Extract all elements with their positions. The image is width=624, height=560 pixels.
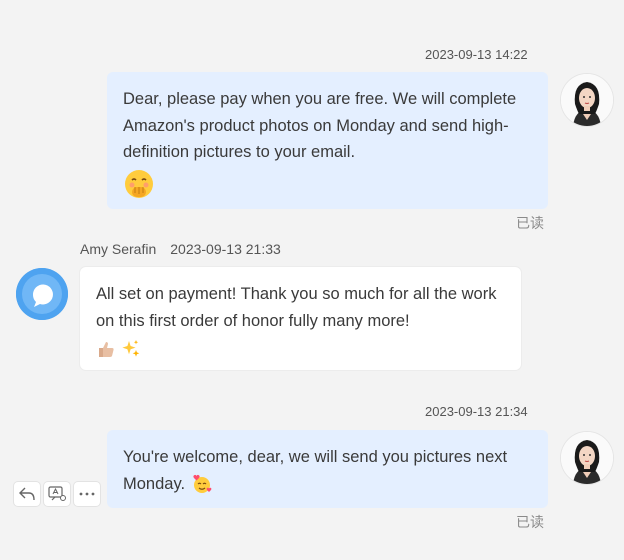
speech-bubble-icon (16, 268, 68, 320)
message-header: Amy Serafin 2023-09-13 21:33 (80, 241, 295, 257)
reply-icon (19, 487, 35, 501)
outgoing-message-bubble[interactable]: Dear, please pay when you are free. We w… (107, 72, 548, 209)
message-timestamp: 2023-09-13 21:33 (170, 241, 281, 257)
user-avatar[interactable] (561, 432, 613, 484)
read-status: 已读 (516, 514, 544, 530)
hand-over-mouth-emoji (125, 169, 153, 198)
user-avatar[interactable] (561, 74, 613, 126)
outgoing-message-bubble[interactable]: You're welcome, dear, we will send you p… (107, 430, 548, 508)
message-text: Dear, please pay when you are free. We w… (123, 90, 517, 161)
user-photo-icon (561, 74, 613, 126)
incoming-message-bubble[interactable]: All set on payment! Thank you so much fo… (80, 267, 521, 370)
sparkles-emoji (121, 339, 139, 357)
message-text: You're welcome, dear, we will send you p… (123, 448, 508, 493)
thumbs-up-emoji (99, 341, 114, 357)
message-actions (14, 482, 100, 506)
translate-button[interactable] (44, 482, 70, 506)
message-timestamp: 2023-09-13 14:22 (425, 47, 528, 62)
more-button[interactable] (74, 482, 100, 506)
user-photo-icon (561, 432, 613, 484)
smiling-face-with-hearts-emoji (193, 475, 212, 494)
more-icon (79, 492, 95, 496)
message-text: All set on payment! Thank you so much fo… (96, 285, 497, 330)
reply-button[interactable] (14, 482, 40, 506)
translate-icon (48, 486, 66, 501)
contact-avatar[interactable] (16, 268, 68, 320)
sender-name: Amy Serafin (80, 241, 157, 257)
read-status: 已读 (516, 215, 544, 231)
message-timestamp: 2023-09-13 21:34 (425, 404, 528, 419)
